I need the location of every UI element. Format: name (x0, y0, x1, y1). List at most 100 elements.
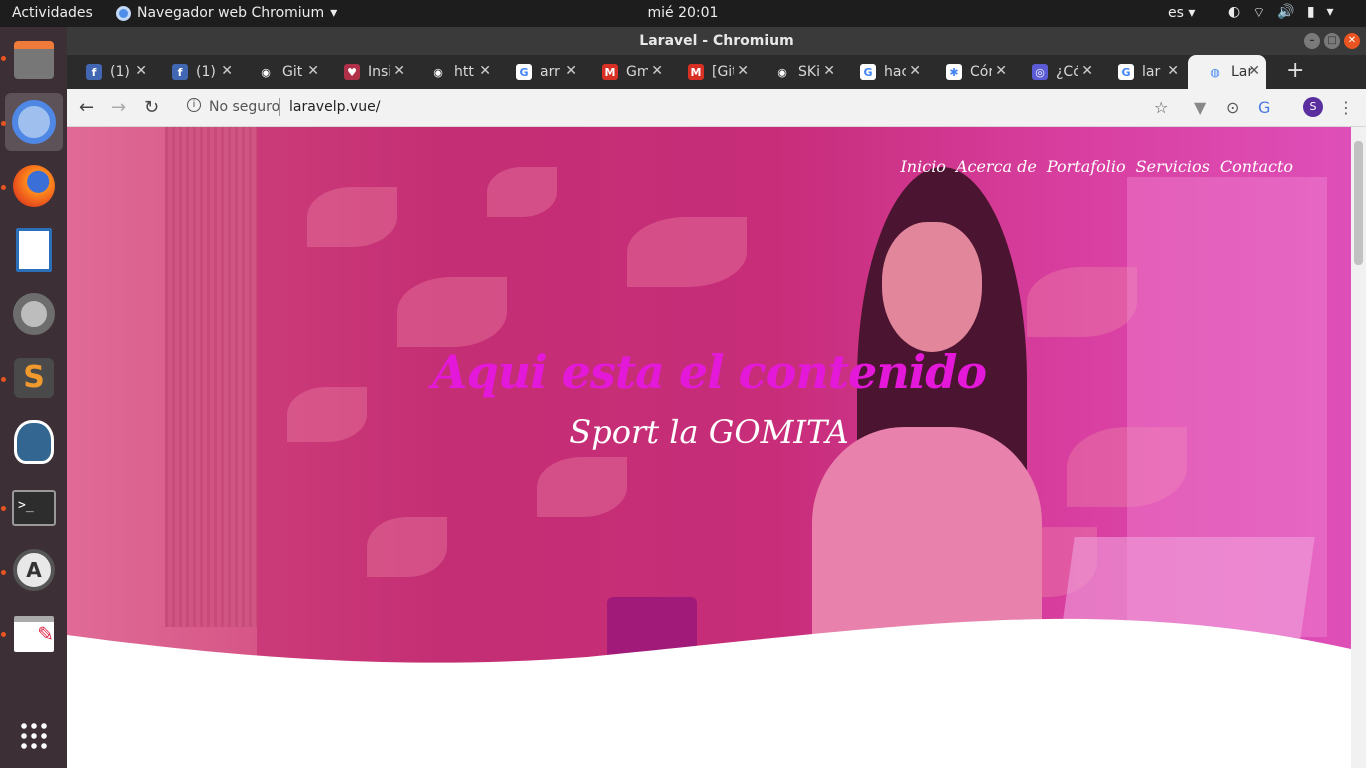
running-indicator (1, 632, 6, 637)
tab-favicon-icon: ◉ (430, 64, 446, 80)
dock-sublime[interactable]: S (5, 349, 63, 407)
tab[interactable]: ◎ ¿Có ✕ (1013, 55, 1099, 89)
tab-close-icon[interactable]: ✕ (393, 63, 405, 79)
tab-close-icon[interactable]: ✕ (479, 63, 491, 79)
chevron-down-icon: ▾ (1326, 4, 1334, 20)
running-indicator (1, 377, 6, 382)
nav-link-portafolio[interactable]: Portafolio (1047, 157, 1126, 176)
tab[interactable]: Glar ✕ (1099, 55, 1185, 89)
tab-title: htt (454, 64, 474, 80)
sublime-icon: S (14, 358, 54, 398)
tab-close-icon[interactable]: ✕ (307, 63, 319, 79)
tab-close-icon[interactable]: ✕ (565, 63, 577, 79)
woman-face (882, 222, 982, 352)
close-button[interactable]: ✕ (1344, 33, 1360, 49)
running-indicator (1, 121, 6, 126)
chromium-small-icon (116, 5, 131, 21)
extension-icon[interactable]: ⊙ (1226, 98, 1239, 117)
tab-close-icon[interactable]: ✕ (909, 63, 921, 79)
tab-favicon-icon: ✱ (946, 64, 962, 80)
hero-headline: Aqui esta el contenido (431, 345, 987, 399)
browser-window: Laravel - Chromium – □ ✕ f (1) ✕ f (1) ✕ ◉ Git ✕… (67, 27, 1366, 768)
dock-postgres[interactable] (5, 413, 63, 471)
minimize-button[interactable]: – (1304, 33, 1320, 49)
plant-leaf (537, 457, 627, 517)
dock-settings[interactable] (5, 285, 63, 343)
firefox-icon (13, 165, 55, 207)
system-top-bar: Actividades Navegador web Chromium ▾ mié… (0, 0, 1366, 27)
window-titlebar[interactable]: Laravel - Chromium – □ ✕ (67, 27, 1366, 55)
tab-title: hac (884, 64, 906, 80)
tab-active[interactable]: ◍ Lar ✕ (1188, 55, 1266, 89)
tab-favicon-icon: f (86, 64, 102, 80)
page-scrollbar[interactable] (1351, 127, 1366, 768)
tab-favicon-icon: ◉ (774, 64, 790, 80)
system-tray[interactable]: ◐ ⌔ 🔊 ▮ ▾ (1228, 4, 1334, 22)
reload-button[interactable]: ↻ (144, 97, 159, 118)
settings-icon (13, 293, 55, 335)
tab[interactable]: ◉ SKi ✕ (755, 55, 841, 89)
info-icon[interactable]: i (187, 98, 201, 112)
dock-software-updater[interactable]: A (5, 541, 63, 599)
menu-icon[interactable]: ⋮ (1338, 98, 1354, 117)
tab[interactable]: ✱ Cór ✕ (927, 55, 1013, 89)
tab-close-icon[interactable]: ✕ (823, 63, 835, 79)
nav-link-contacto[interactable]: Contacto (1220, 157, 1293, 176)
tab[interactable]: ◉ htt ✕ (411, 55, 497, 89)
dock-terminal[interactable]: >_ (5, 479, 63, 537)
dock-writer[interactable] (5, 221, 63, 279)
back-button[interactable]: ← (79, 97, 94, 118)
dock-firefox[interactable] (5, 157, 63, 215)
tab-close-icon[interactable]: ✕ (737, 63, 749, 79)
software-updater-icon: A (13, 549, 55, 591)
plant-leaf (1027, 267, 1137, 337)
apps-grid-icon (19, 721, 49, 751)
tab-close-icon[interactable]: ✕ (135, 63, 147, 79)
chromium-icon (12, 100, 56, 144)
tab-close-icon[interactable]: ✕ (1167, 63, 1179, 79)
show-applications[interactable] (5, 707, 63, 765)
dock-text-editor[interactable]: ✎ (5, 605, 63, 663)
activities-button[interactable]: Actividades (12, 5, 93, 21)
tab[interactable]: M Gm ✕ (583, 55, 669, 89)
tab-favicon-icon: G (860, 64, 876, 80)
maximize-button[interactable]: □ (1324, 33, 1340, 49)
dock-chromium[interactable] (5, 93, 63, 151)
dock-files[interactable] (5, 31, 63, 89)
tab[interactable]: ◉ Git ✕ (239, 55, 325, 89)
language-label: es (1168, 5, 1184, 21)
security-label: No seguro (209, 99, 281, 115)
bookmark-star-icon[interactable]: ☆ (1154, 98, 1168, 117)
dock: S >_ A ✎ (0, 27, 67, 768)
forward-button[interactable]: → (111, 97, 126, 118)
nav-link-servicios[interactable]: Servicios (1136, 157, 1210, 176)
tab[interactable]: Ghac ✕ (841, 55, 927, 89)
tab-favicon-icon: ◉ (258, 64, 274, 80)
tab-favicon-icon: M (688, 64, 704, 80)
scrollbar-thumb[interactable] (1354, 141, 1363, 265)
tab[interactable]: ♥ Insi ✕ (325, 55, 411, 89)
tab-close-icon[interactable]: ✕ (1248, 63, 1260, 79)
vue-devtools-icon[interactable]: ▼ (1194, 98, 1206, 117)
app-menu[interactable]: Navegador web Chromium ▾ (116, 5, 337, 21)
tab[interactable]: Garr ✕ (497, 55, 583, 89)
tab[interactable]: M [Git✕ (669, 55, 755, 89)
nav-link-inicio[interactable]: Inicio (900, 157, 945, 176)
text-editor-icon: ✎ (14, 616, 54, 652)
tab-close-icon[interactable]: ✕ (1081, 63, 1093, 79)
terminal-icon: >_ (12, 490, 56, 526)
language-indicator[interactable]: es ▾ (1168, 5, 1195, 21)
nav-link-acerca-de[interactable]: Acerca de (956, 157, 1037, 176)
profile-avatar[interactable]: S (1303, 97, 1323, 117)
new-tab-button[interactable]: + (1286, 60, 1304, 82)
clock[interactable]: mié 20:01 (648, 5, 719, 21)
tab-close-icon[interactable]: ✕ (221, 63, 233, 79)
tab[interactable]: f (1) ✕ (153, 55, 239, 89)
translate-icon[interactable]: G (1258, 98, 1270, 117)
address-bar[interactable]: i No seguro laravelp.vue/ (175, 93, 1185, 123)
tab-title: [Git (712, 64, 734, 80)
tab[interactable]: f (1) ✕ (67, 55, 153, 89)
tab-close-icon[interactable]: ✕ (995, 63, 1007, 79)
window-title: Laravel - Chromium (639, 33, 794, 49)
tab-close-icon[interactable]: ✕ (651, 63, 663, 79)
